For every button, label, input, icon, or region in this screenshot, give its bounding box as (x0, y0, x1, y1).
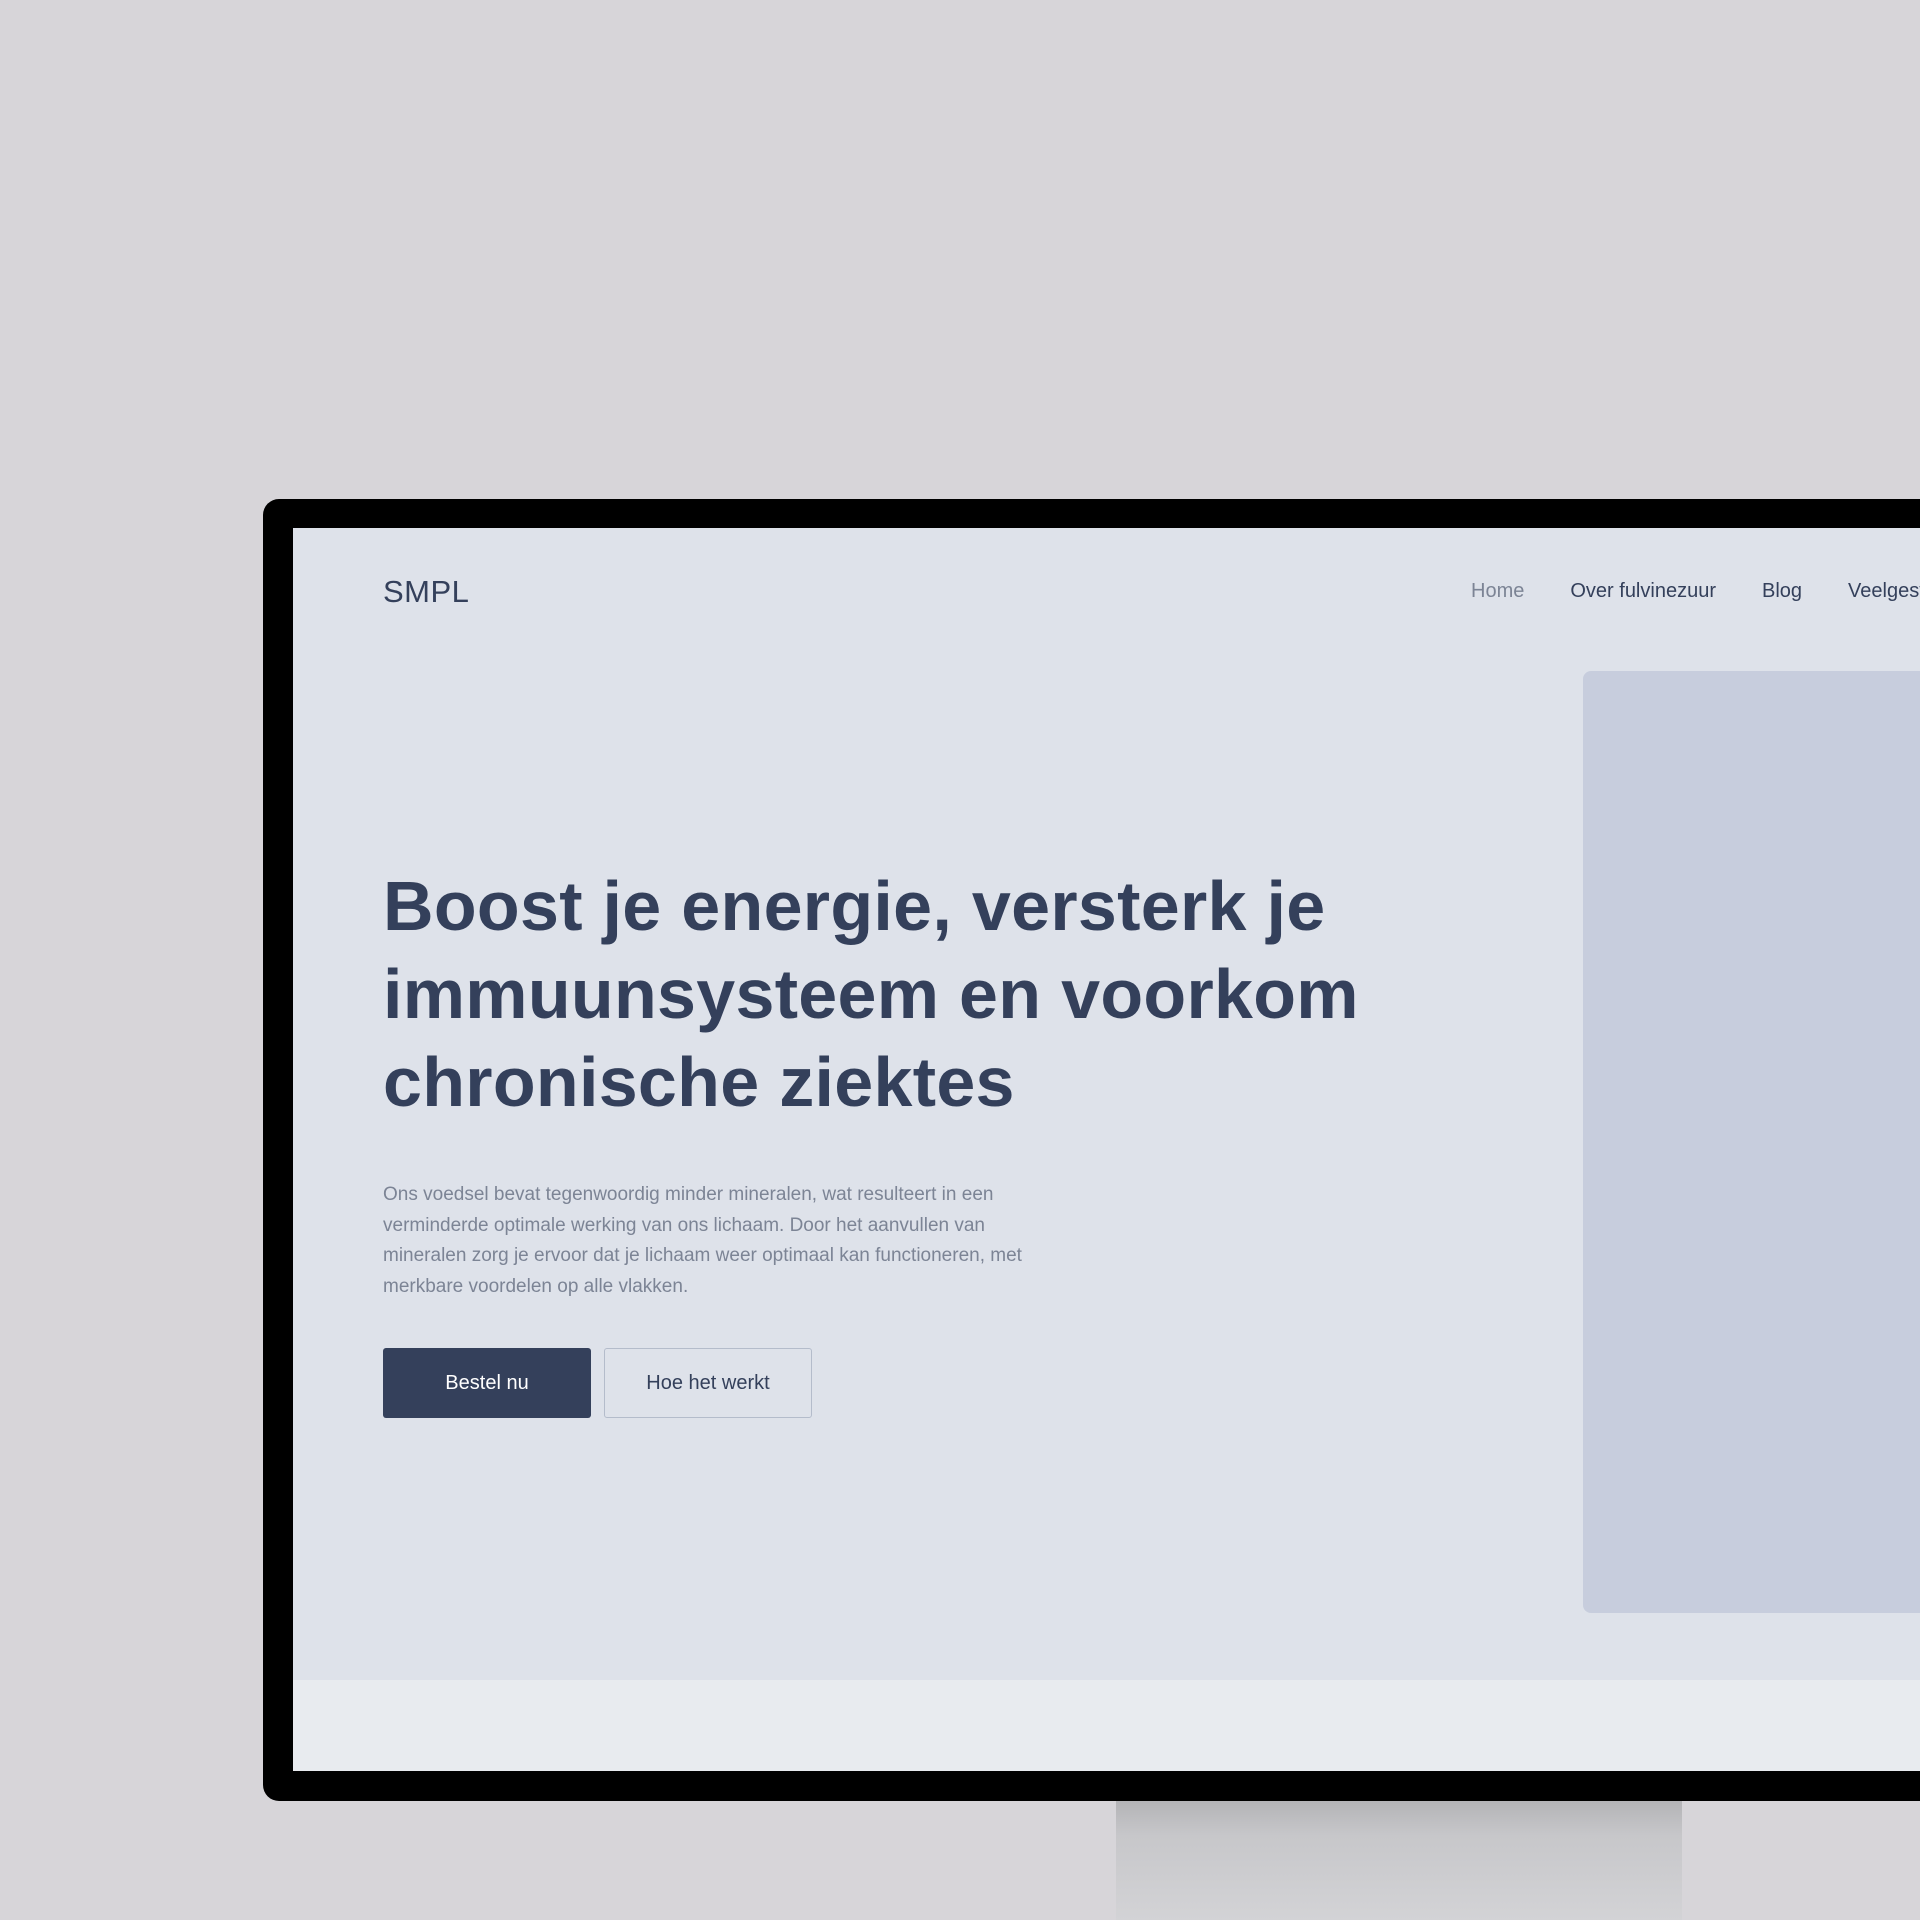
how-it-works-button[interactable]: Hoe het werkt (604, 1348, 812, 1418)
hero-headline: Boost je energie, versterk je immuunsyst… (383, 867, 1359, 1121)
site-logo[interactable]: SMPL (383, 574, 469, 610)
nav-item-home[interactable]: Home (1471, 580, 1524, 603)
next-section-band (293, 1680, 1920, 1771)
nav-item-blog[interactable]: Blog (1762, 580, 1802, 603)
hero-description: Ons voedsel bevat tegenwoordig minder mi… (383, 1184, 1022, 1297)
nav-item-over-fulvinezuur[interactable]: Over fulvinezuur (1570, 580, 1716, 603)
website-screen: SMPL Home Over fulvinezuur Blog Veelgest… (293, 528, 1920, 1771)
mockup-scene: SMPL Home Over fulvinezuur Blog Veelgest… (0, 0, 1920, 1920)
main-nav: Home Over fulvinezuur Blog Veelgestelde … (1471, 580, 1920, 603)
monitor-stand (1116, 1800, 1682, 1920)
nav-item-veelgestelde-vragen[interactable]: Veelgestelde vragen (1848, 580, 1920, 603)
hero-image-placeholder (1583, 671, 1920, 1613)
order-now-button[interactable]: Bestel nu (383, 1348, 591, 1418)
